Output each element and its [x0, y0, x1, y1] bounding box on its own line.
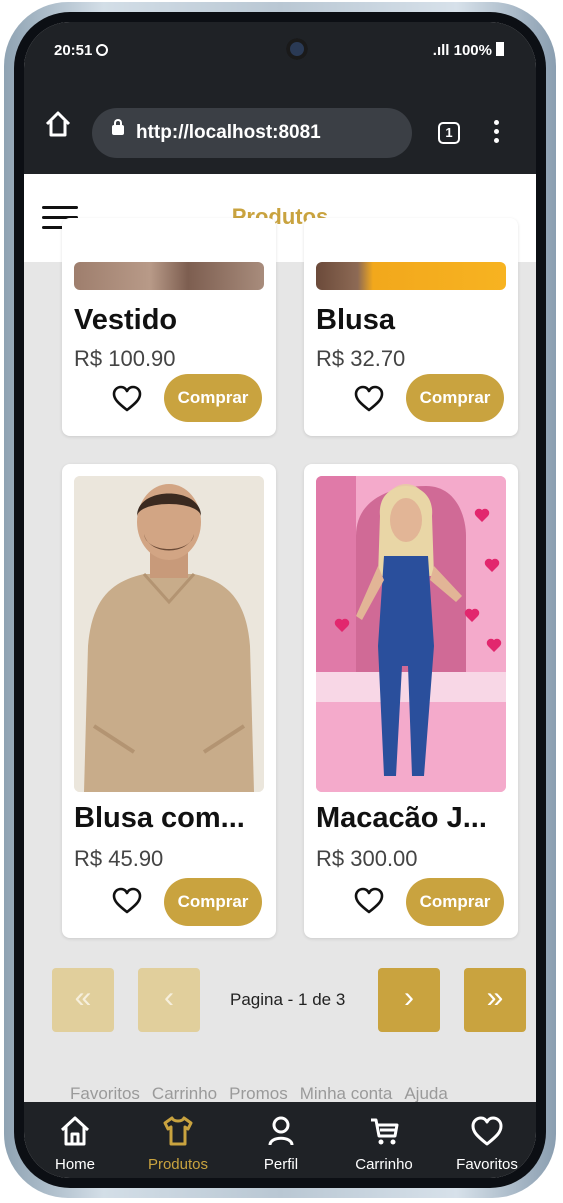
footer-link-carrinho[interactable]: Carrinho	[152, 1084, 217, 1103]
nav-item-home[interactable]: Home	[30, 1114, 120, 1173]
person-icon	[268, 1116, 294, 1146]
product-name: Blusa com...	[74, 802, 245, 834]
product-card[interactable]: Blusa com... R$ 45.90 Comprar	[62, 464, 276, 938]
nav-item-favoritos[interactable]: Favoritos	[442, 1114, 532, 1173]
product-card[interactable]: Blusa R$ 32.70 Comprar	[304, 218, 518, 436]
status-time: 20:51	[54, 42, 109, 59]
buy-button[interactable]: Comprar	[164, 374, 262, 422]
product-price: R$ 100.90	[74, 346, 176, 371]
bottom-nav: Home Produtos Perfil Carrinho Favoritos	[24, 1102, 536, 1178]
spotify-icon	[96, 44, 109, 57]
home-icon	[60, 1116, 90, 1146]
nav-item-carrinho[interactable]: Carrinho	[339, 1114, 429, 1173]
battery-icon	[496, 42, 504, 57]
favorite-heart-icon[interactable]	[354, 384, 384, 414]
man-sweater-photo	[74, 476, 264, 792]
product-name: Vestido	[74, 304, 178, 336]
phone-frame: 20:51 .ıll 100% http://localhost:8081 1 …	[4, 2, 556, 1198]
product-card[interactable]: Macacão J... R$ 300.00 Comprar	[304, 464, 518, 938]
signal-icon: .ıll	[432, 42, 450, 59]
phone-bezel: 20:51 .ıll 100% http://localhost:8081 1 …	[14, 12, 546, 1188]
favorite-heart-icon[interactable]	[112, 384, 142, 414]
nav-label: Favoritos	[456, 1156, 518, 1173]
footer-link-favoritos[interactable]: Favoritos	[70, 1084, 140, 1103]
status-right: .ıll 100%	[433, 42, 504, 59]
shirt-icon	[163, 1116, 193, 1146]
favorite-heart-icon[interactable]	[112, 886, 142, 916]
cart-icon	[371, 1118, 399, 1145]
tab-switcher-button[interactable]: 1	[438, 122, 460, 144]
product-price: R$ 300.00	[316, 846, 418, 871]
next-page-button[interactable]: ›	[378, 968, 440, 1032]
nav-label: Home	[54, 1156, 95, 1173]
product-price: R$ 45.90	[74, 846, 164, 871]
product-name: Blusa	[316, 304, 395, 336]
product-name: Macacão J...	[316, 802, 487, 834]
favorite-heart-icon[interactable]	[354, 886, 384, 916]
buy-button[interactable]: Comprar	[406, 878, 504, 926]
address-bar[interactable]: http://localhost:8081	[92, 108, 412, 158]
battery-text: 100%	[453, 42, 492, 59]
product-image	[74, 476, 264, 792]
footer-link-ajuda[interactable]: Ajuda	[404, 1084, 447, 1103]
nav-label: Carrinho	[355, 1156, 413, 1173]
more-menu-icon[interactable]	[494, 120, 500, 147]
product-card[interactable]: Vestido R$ 100.90 Comprar	[62, 218, 276, 436]
time-text: 20:51	[54, 42, 93, 59]
screen: 20:51 .ıll 100% http://localhost:8081 1 …	[24, 22, 536, 1178]
buy-button[interactable]: Comprar	[406, 374, 504, 422]
prev-page-button[interactable]: ‹	[138, 968, 200, 1032]
browser-home-icon[interactable]	[44, 110, 72, 138]
product-price: R$ 32.70	[316, 346, 406, 371]
footer-link-minha-conta[interactable]: Minha conta	[300, 1084, 393, 1103]
buy-button[interactable]: Comprar	[164, 878, 262, 926]
nav-label: Perfil	[263, 1156, 299, 1173]
url-text: http://localhost:8081	[136, 122, 321, 143]
front-camera	[286, 38, 308, 60]
woman-jumpsuit-photo	[316, 476, 506, 792]
browser-toolbar: http://localhost:8081 1	[24, 78, 536, 174]
heart-icon	[471, 1116, 503, 1146]
last-page-button[interactable]: »	[464, 968, 526, 1032]
footer-link-promos[interactable]: Promos	[229, 1084, 288, 1103]
nav-item-perfil[interactable]: Perfil	[236, 1114, 326, 1173]
first-page-button[interactable]: «	[52, 968, 114, 1032]
footer-links: Favoritos Carrinho Promos Minha conta Ajuda	[70, 1084, 460, 1104]
status-bar: 20:51 .ıll 100%	[24, 22, 536, 78]
nav-label: Produtos	[147, 1156, 209, 1173]
product-image	[74, 262, 264, 290]
product-image	[316, 476, 506, 792]
product-image	[316, 262, 506, 290]
page-indicator: Pagina - 1 de 3	[230, 990, 346, 1009]
lock-icon	[112, 119, 124, 135]
nav-item-produtos[interactable]: Produtos	[133, 1114, 223, 1173]
